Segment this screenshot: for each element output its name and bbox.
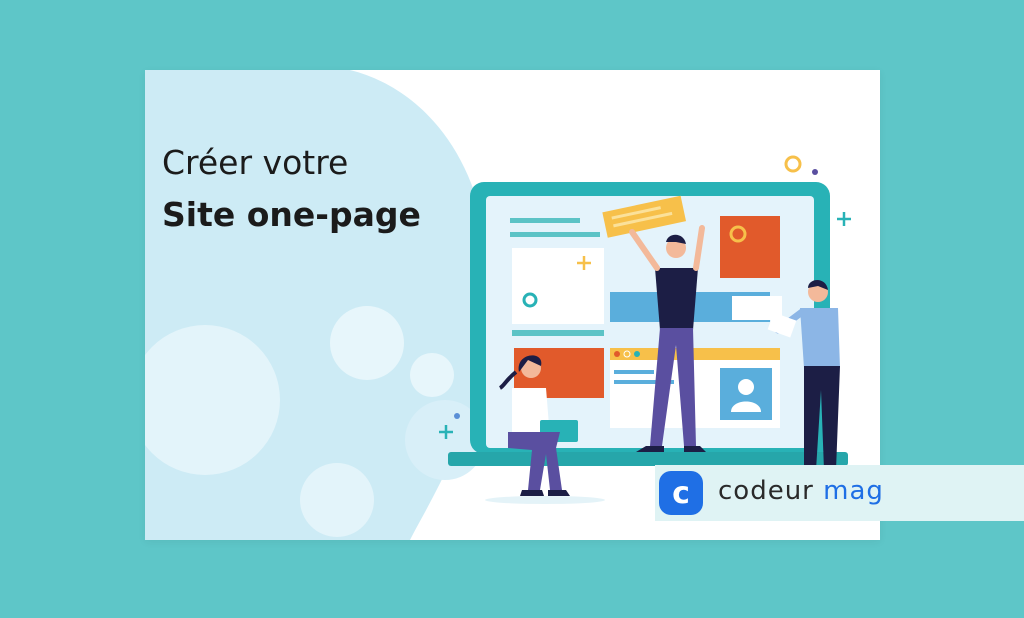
brand-word-2: mag (823, 476, 884, 506)
content-box-white (512, 248, 604, 324)
plus-icon (837, 212, 851, 226)
illustration (145, 70, 851, 540)
bubble-medium (330, 306, 404, 380)
brand-word-1: codeur (718, 476, 814, 506)
codeur-logo-icon: c (659, 471, 703, 515)
monitor-base (448, 452, 848, 466)
bubble-small (410, 353, 454, 397)
bubble-large (145, 325, 280, 475)
content-block-orange-right (720, 216, 780, 278)
bubble-bottom (300, 463, 374, 537)
brand-name: codeur mag (718, 476, 884, 506)
logo-letter: c (672, 475, 690, 511)
headline-line1: Créer votre (162, 143, 349, 182)
headline-line2: Site one-page (162, 195, 421, 234)
circle-icon (784, 155, 802, 173)
